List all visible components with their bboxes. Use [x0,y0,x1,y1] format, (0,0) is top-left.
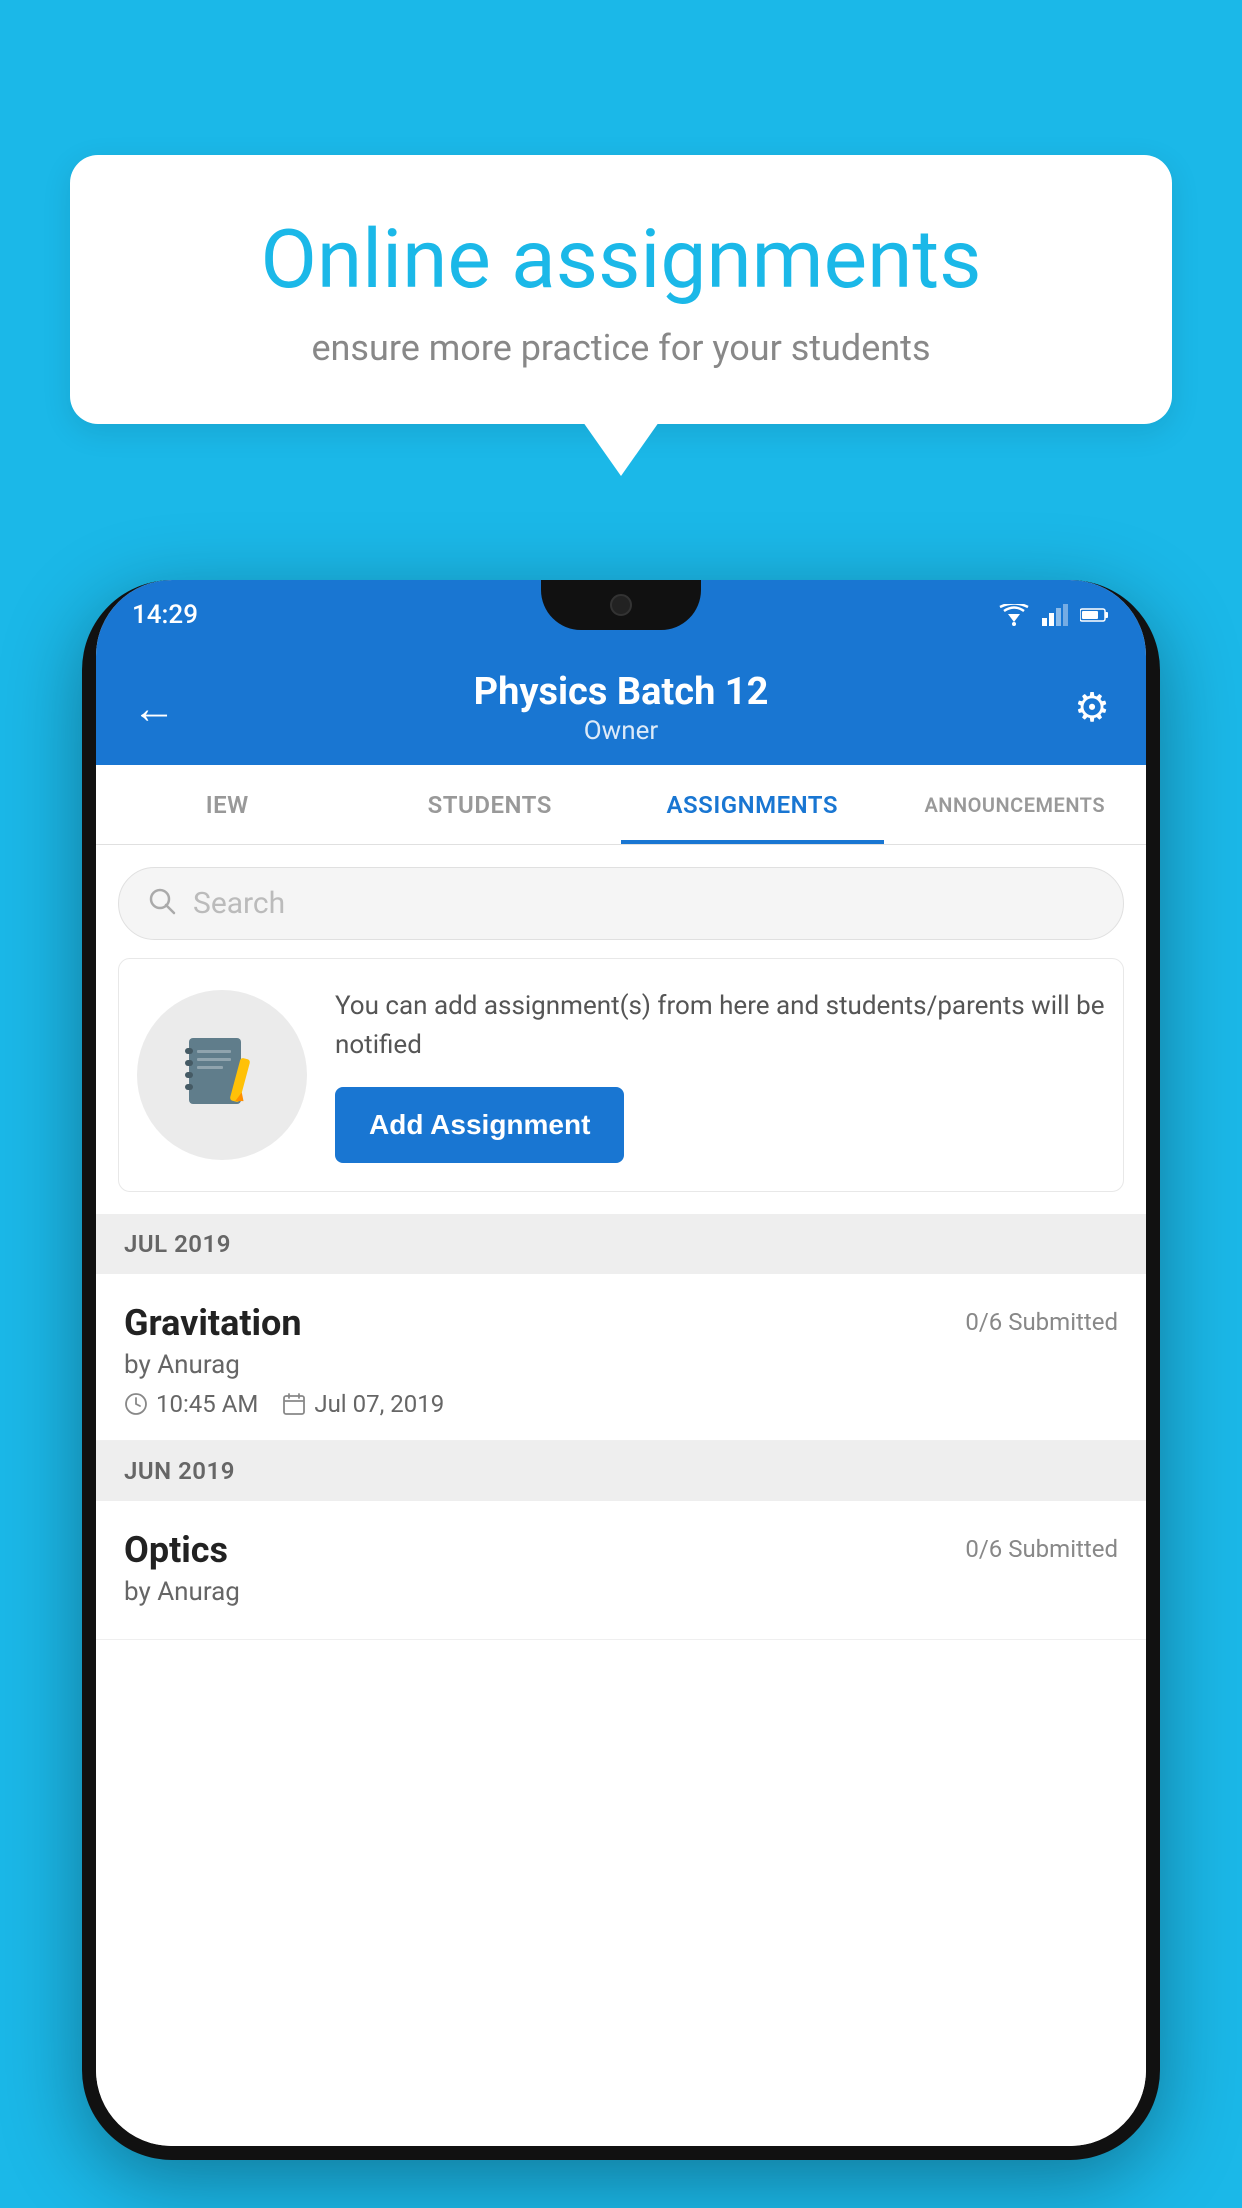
notebook-icon [177,1030,267,1120]
phone-screen: 14:29 [96,580,1146,2146]
assignment-row1: Gravitation 0/6 Submitted [124,1302,1118,1344]
tab-students[interactable]: STUDENTS [359,765,622,844]
prompt-icon-circle [137,990,307,1160]
speech-bubble-container: Online assignments ensure more practice … [70,155,1172,424]
status-icons [998,604,1110,626]
tab-iew[interactable]: IEW [96,765,359,844]
header-title: Physics Batch 12 [474,670,769,714]
assignment-name-optics: Optics [124,1529,228,1571]
speech-bubble: Online assignments ensure more practice … [70,155,1172,424]
tab-announcements[interactable]: ANNOUNCEMENTS [884,765,1147,844]
search-icon [147,886,177,921]
assignment-meta-gravitation: 10:45 AM Jul 07, 2019 [124,1390,1118,1418]
assignment-time-gravitation: 10:45 AM [124,1390,258,1418]
header-subtitle: Owner [474,716,769,746]
assignment-by-gravitation: by Anurag [124,1350,1118,1380]
prompt-card: You can add assignment(s) from here and … [118,958,1124,1192]
clock-icon [124,1392,148,1416]
add-assignment-button[interactable]: Add Assignment [335,1087,624,1163]
bubble-title: Online assignments [140,215,1102,305]
assignment-item-optics[interactable]: Optics 0/6 Submitted by Anurag [96,1501,1146,1640]
calendar-icon [282,1392,306,1416]
battery-icon [1080,607,1110,623]
assignment-submitted-gravitation: 0/6 Submitted [965,1308,1118,1336]
front-camera [610,594,632,616]
notch [541,580,701,630]
tab-assignments-label: ASSIGNMENTS [667,791,838,819]
tab-students-label: STUDENTS [428,791,552,819]
time-value: 10:45 AM [156,1390,258,1418]
tabs-bar: IEW STUDENTS ASSIGNMENTS ANNOUNCEMENTS [96,765,1146,845]
section-header-jul: JUL 2019 [96,1214,1146,1274]
back-button[interactable]: ← [132,682,176,734]
section-header-jun: JUN 2019 [96,1441,1146,1501]
bubble-subtitle: ensure more practice for your students [140,327,1102,369]
status-time: 14:29 [132,600,198,630]
date-value: Jul 07, 2019 [314,1390,444,1418]
tab-assignments[interactable]: ASSIGNMENTS [621,765,884,844]
assignment-by-optics: by Anurag [124,1577,1118,1607]
app-content: Search [96,845,1146,2146]
prompt-description: You can add assignment(s) from here and … [335,987,1105,1065]
tab-iew-label: IEW [206,791,249,819]
phone-frame: 14:29 [82,580,1160,2160]
signal-icon [1042,604,1068,626]
search-bar[interactable]: Search [118,867,1124,940]
assignment-name-gravitation: Gravitation [124,1302,302,1344]
settings-button[interactable]: ⚙ [1074,684,1110,731]
assignment-submitted-optics: 0/6 Submitted [965,1535,1118,1563]
optics-row1: Optics 0/6 Submitted [124,1529,1118,1571]
prompt-text-area: You can add assignment(s) from here and … [335,987,1105,1163]
app-header: ← Physics Batch 12 Owner ⚙ [96,650,1146,765]
wifi-icon [998,604,1030,626]
assignment-item-gravitation[interactable]: Gravitation 0/6 Submitted by Anurag 10:4… [96,1274,1146,1441]
search-input[interactable]: Search [193,886,285,921]
header-center: Physics Batch 12 Owner [474,670,769,746]
assignment-date-gravitation: Jul 07, 2019 [282,1390,444,1418]
tab-announcements-label: ANNOUNCEMENTS [924,793,1105,817]
